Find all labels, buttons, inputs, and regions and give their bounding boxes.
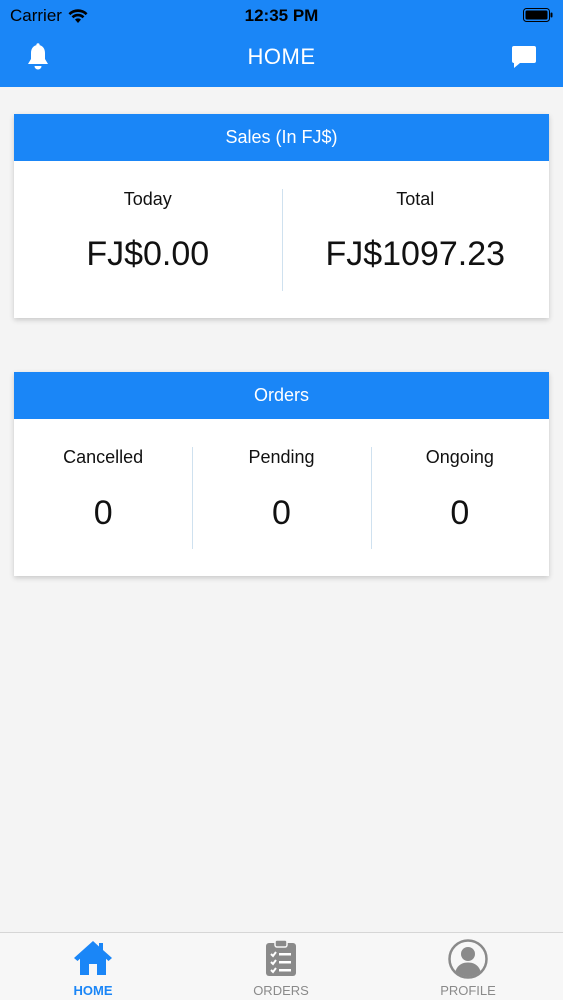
sales-total-label: Total: [396, 189, 435, 209]
header-bar: Carrier 12:35 PM HOME: [0, 0, 563, 87]
orders-ongoing-label: Ongoing: [425, 447, 494, 467]
tab-profile[interactable]: PROFILE: [408, 933, 528, 1000]
orders-pending-value: 0: [272, 494, 291, 532]
tab-home[interactable]: HOME: [33, 933, 153, 1000]
home-icon: [74, 941, 112, 975]
home-screen: Carrier 12:35 PM HOME Sales (In FJ$) Tod…: [0, 0, 563, 1000]
user-circle-icon: [448, 939, 488, 979]
orders-pending: Pending 0: [192, 419, 370, 576]
battery-icon: [523, 7, 553, 27]
sales-today-value: FJ$0.00: [86, 235, 210, 273]
sales-card-header: Sales (In FJ$): [14, 114, 549, 161]
orders-cancelled-label: Cancelled: [63, 447, 144, 467]
orders-ongoing-value: 0: [450, 494, 470, 532]
orders-card: Orders Cancelled 0 Pending 0 Ongoing 0: [14, 372, 549, 576]
orders-card-body: Cancelled 0 Pending 0 Ongoing 0: [14, 419, 549, 576]
clipboard-list-icon: [266, 939, 296, 976]
sales-today-label: Today: [123, 189, 172, 209]
page-title: HOME: [247, 44, 316, 69]
tab-orders-label: ORDERS: [253, 983, 309, 998]
orders-cancelled: Cancelled 0: [14, 419, 192, 576]
tab-home-label: HOME: [73, 983, 113, 998]
status-time: 12:35 PM: [244, 6, 319, 25]
orders-ongoing: Ongoing 0: [370, 419, 549, 576]
tab-bar: HOME ORDERS PROFILE: [0, 932, 563, 1000]
tab-profile-label: PROFILE: [440, 983, 496, 998]
sales-card: Sales (In FJ$) Today FJ$0.00 Total FJ$10…: [14, 114, 549, 318]
chat-icon: [512, 46, 536, 68]
sales-total: Total FJ$1097.23: [281, 161, 550, 318]
orders-card-header: Orders: [14, 372, 549, 419]
messages-button[interactable]: [511, 44, 537, 75]
sales-total-value: FJ$1097.23: [325, 235, 506, 273]
sales-card-body: Today FJ$0.00 Total FJ$1097.23: [14, 161, 549, 318]
orders-cancelled-value: 0: [93, 494, 113, 532]
tab-orders[interactable]: ORDERS: [221, 933, 341, 1000]
sales-today: Today FJ$0.00: [14, 161, 282, 318]
orders-pending-label: Pending: [248, 447, 315, 467]
status-bar: Carrier 12:35 PM: [0, 0, 563, 30]
